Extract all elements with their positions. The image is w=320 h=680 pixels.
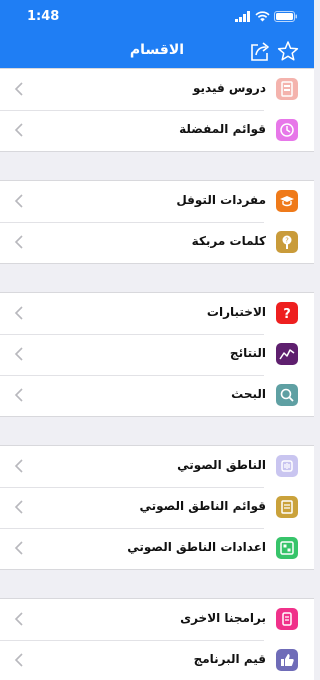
apps-icon [276,608,298,630]
chevron-left-icon [14,347,23,361]
menu-label: الاختبارات [206,305,266,319]
menu-label: قوائم المفضلة [179,122,266,136]
status-icons [235,11,298,22]
svg-text:?: ? [285,237,289,245]
wifi-icon [255,11,270,22]
menu-label: البحث [231,387,266,401]
menu-label: مفردات التوفل [176,193,266,207]
menu-label: دروس فيديو [193,81,266,95]
menu-label: قوائم الناطق الصوتي [139,499,266,513]
video-lessons-icon [276,78,298,100]
speaker-icon [276,455,298,477]
chevron-left-icon [14,459,23,473]
line-graph-icon [276,343,298,365]
chevron-left-icon [14,82,23,96]
chevron-left-icon [14,306,23,320]
menu-row-speech-lists[interactable]: قوائم الناطق الصوتي [0,487,314,528]
menu-label: الناطق الصوتي [177,458,266,472]
document-list-icon [276,496,298,518]
menu-row-tests[interactable]: ? الاختبارات [0,293,314,334]
menu-row-toefl-vocabulary[interactable]: مفردات التوفل [0,181,314,222]
settings-grid-icon [276,537,298,559]
battery-icon [274,11,297,22]
sections-list: دروس فيديو قوائم المفضلة مفردات التوفل ?… [0,68,314,680]
menu-label: كلمات مربكة [191,234,266,248]
menu-row-speech-reader[interactable]: الناطق الصوتي [0,446,314,487]
group-tests: ? الاختبارات النتائج البحث [0,292,314,417]
menu-label: برامجنا الاخرى [180,611,266,625]
menu-label: قيم البرنامج [193,652,266,666]
menu-row-results[interactable]: النتائج [0,334,314,375]
menu-row-other-apps[interactable]: برامجنا الاخرى [0,599,314,640]
graduation-cap-icon [276,190,298,212]
svg-text:?: ? [283,307,291,321]
menu-row-speech-settings[interactable]: اعدادات الناطق الصوتي [0,528,314,569]
share-button[interactable] [248,39,272,63]
thumbs-up-icon [276,649,298,671]
chevron-left-icon [14,541,23,555]
group-vocabulary: مفردات التوفل ? كلمات مربكة [0,180,314,264]
question-mark-icon: ? [276,302,298,324]
group-learning: دروس فيديو قوائم المفضلة [0,68,314,152]
chevron-left-icon [14,388,23,402]
menu-label: النتائج [229,346,266,360]
chevron-left-icon [14,235,23,249]
chevron-left-icon [14,653,23,667]
menu-row-video-lessons[interactable]: دروس فيديو [0,69,314,110]
favorites-list-icon [276,119,298,141]
search-icon [276,384,298,406]
chevron-left-icon [14,194,23,208]
chevron-left-icon [14,123,23,137]
signal-icon [235,11,250,22]
menu-row-search[interactable]: البحث [0,375,314,416]
magnifier-question-icon: ? [276,231,298,253]
navigation-bar: الاقسام [0,34,314,68]
group-other: برامجنا الاخرى قيم البرنامج [0,598,314,680]
chevron-left-icon [14,500,23,514]
star-icon [277,41,299,61]
favorite-button[interactable] [276,39,300,63]
group-speech: الناطق الصوتي قوائم الناطق الصوتي اعدادا… [0,445,314,570]
menu-label: اعدادات الناطق الصوتي [127,540,266,554]
chevron-left-icon [14,612,23,626]
menu-row-confusing-words[interactable]: ? كلمات مربكة [0,222,314,263]
status-time: 1:48 [27,9,60,24]
menu-row-rate-app[interactable]: قيم البرنامج [0,640,314,680]
share-icon [251,42,269,61]
status-bar: 1:48 [0,0,314,34]
menu-row-favorites[interactable]: قوائم المفضلة [0,110,314,151]
